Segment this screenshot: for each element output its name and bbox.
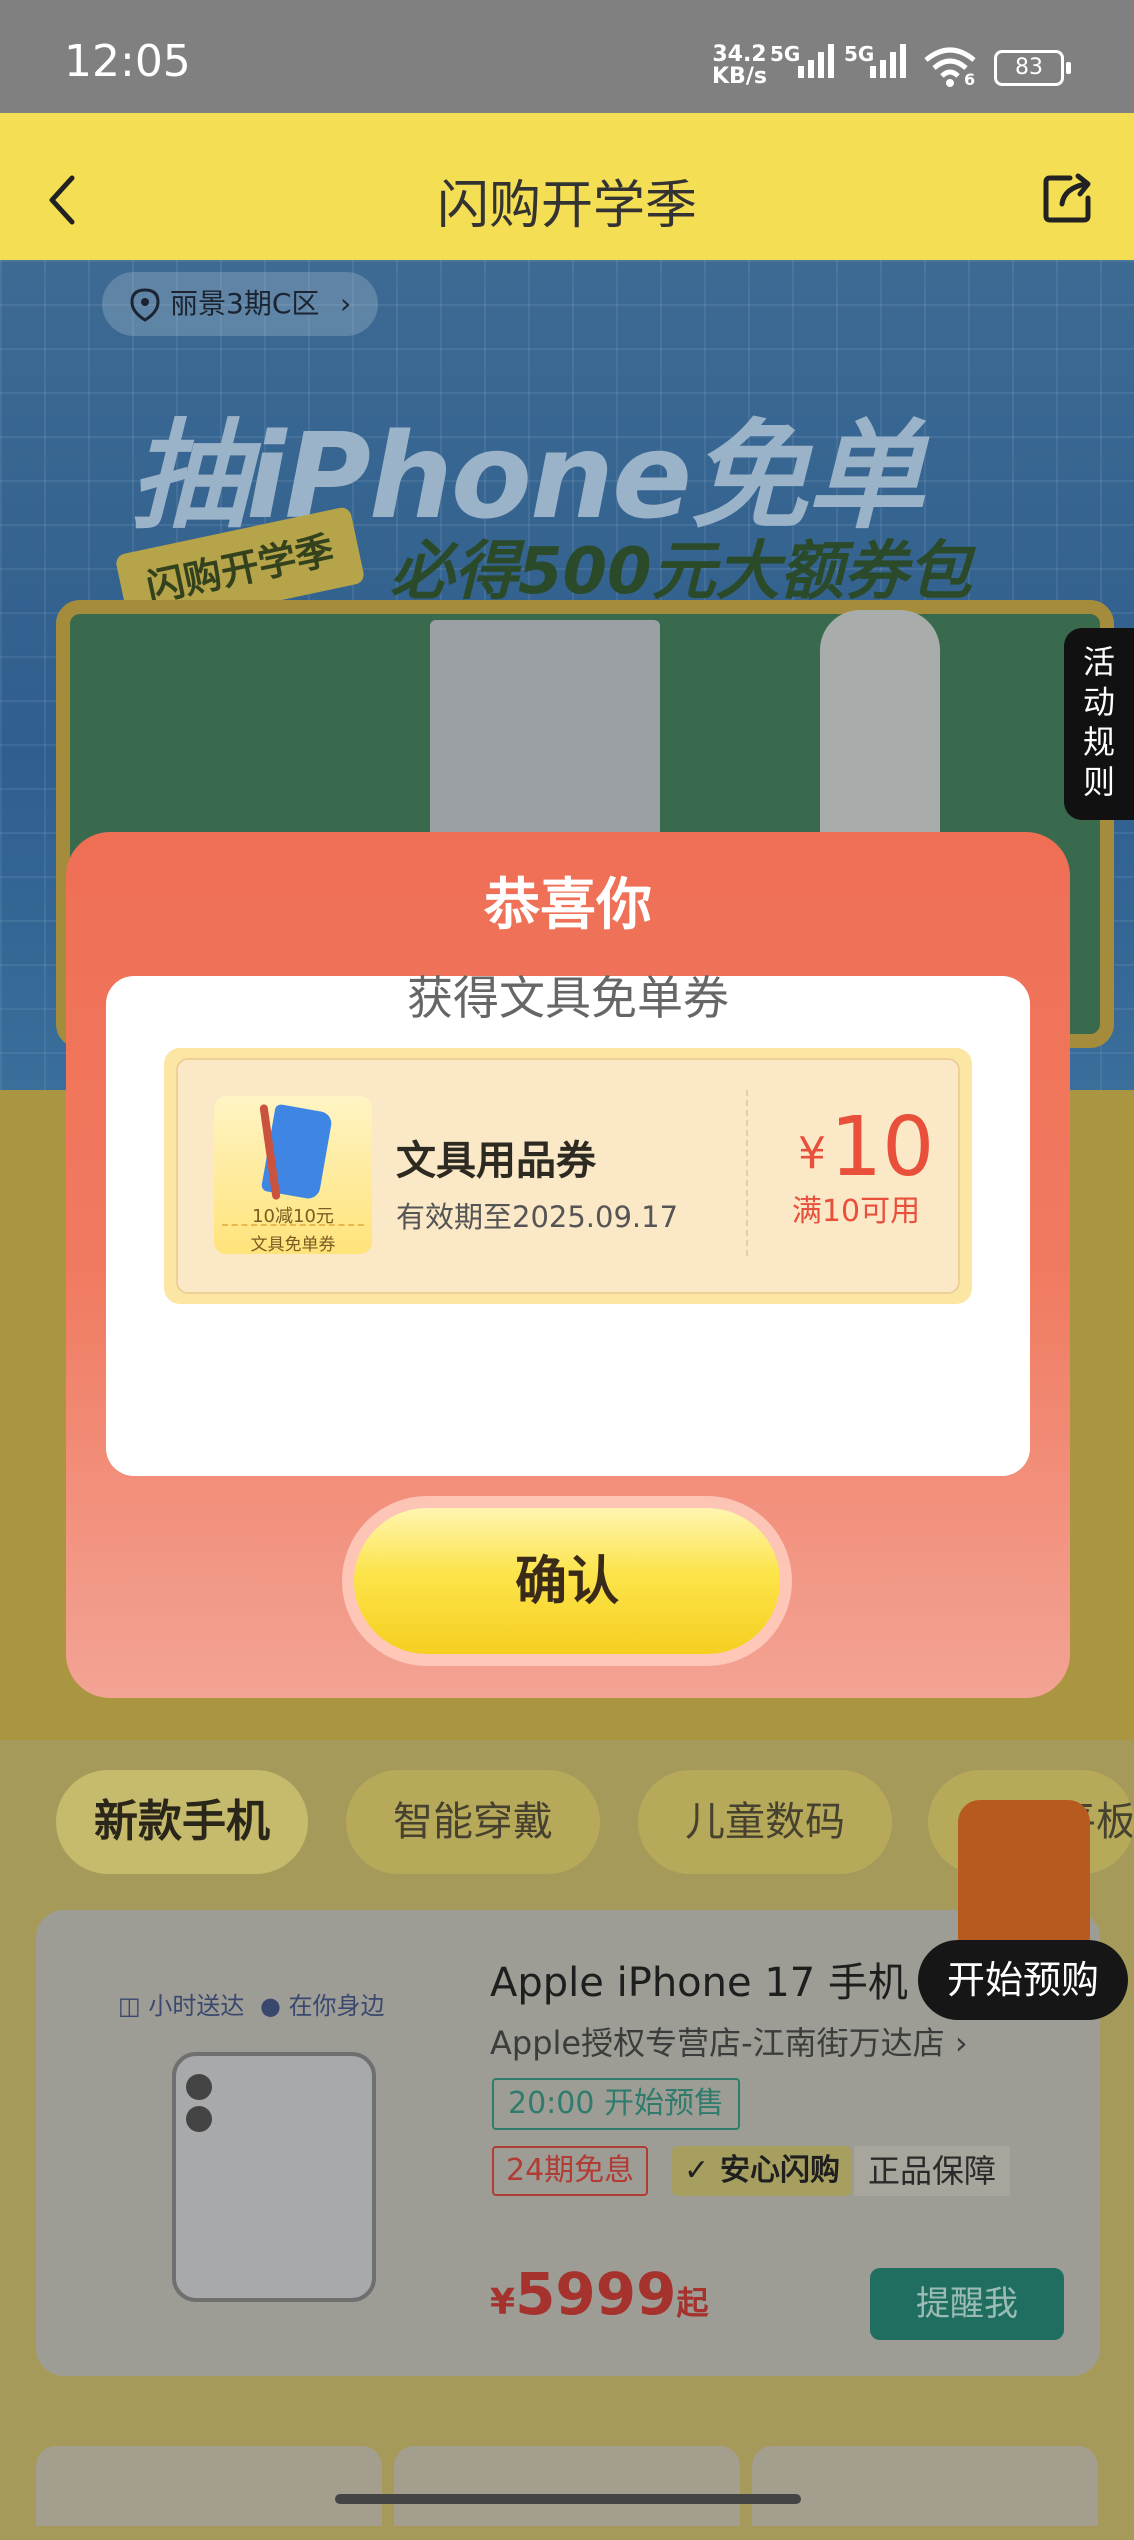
signal-icon [798,44,834,78]
page-title: 闪购开学季 [436,176,697,236]
confirm-button[interactable]: 确认 [354,1508,780,1654]
wifi-badge: 6 [964,70,976,89]
genuine-badge: 正品保障 [854,2146,1011,2196]
status-bar: 12:05 34.2 KB/s 5G 5G 6 83 [0,0,1134,113]
rules-char: 规 [1082,723,1115,761]
delivery-time-label: 小时送达 [148,1992,245,2020]
store-name: Apple授权专营店-江南街万达店 [490,2024,945,2062]
tab-kids-digital[interactable]: 儿童数码 [638,1770,892,1874]
net-speed: 34.2 KB/s [712,44,767,88]
top-nav-bar: 闪购开学季 [0,113,1134,260]
chevron-right-icon: › [944,2024,968,2062]
price-value: 5999 [515,2260,677,2328]
share-icon[interactable] [1040,170,1096,226]
location-pin-icon [130,288,160,322]
delivery-near-label: 在你身边 [288,1992,385,2020]
price-suffix: 起 [676,2284,709,2322]
product-title[interactable]: Apple iPhone 17 手机 [490,1950,908,2008]
home-indicator[interactable] [335,2494,801,2504]
coupon-currency: ¥ [798,1128,826,1179]
rules-char: 活 [1082,643,1115,681]
modal-subtitle: 获得文具免单券 [407,971,729,1025]
price-currency: ¥ [490,2282,516,2323]
delivery-badges: ◫ 小时送达 ● 在你身边 [118,1986,385,2021]
chevron-left-icon[interactable] [42,170,82,230]
start-preorder-button[interactable]: 开始预购 [918,1940,1128,2020]
location-pin-small-icon: ● [259,1992,281,2020]
tab-new-phones[interactable]: 新款手机 [56,1770,308,1874]
installment-badge: 24期免息 [492,2146,649,2196]
hero-subline: 必得500元大额券包 [390,535,972,609]
store-link[interactable]: Apple授权专营店-江南街万达店 › [490,2018,968,2064]
rules-char: 则 [1082,763,1115,801]
chevron-right-icon: › [340,287,352,320]
status-time: 12:05 [64,36,191,87]
product-price: ¥5999起 [490,2260,709,2328]
coupon-condition: 满10可用 [791,1194,921,1229]
rules-char: 动 [1082,683,1115,721]
product-card-peek[interactable] [752,2446,1098,2526]
modal-title: 恭喜你 [484,873,652,938]
coupon-thumb-line2: 文具免单券 [250,1235,336,1255]
coupon-name: 文具用品券 [396,1138,596,1184]
coupon-divider [746,1090,748,1256]
coupon-amount: 10 [830,1100,935,1195]
location-label: 丽景3期C区 [170,287,320,320]
product-card-peek[interactable] [36,2446,382,2526]
location-pill[interactable]: 丽景3期C区 › [102,272,378,336]
product-card-peek[interactable] [394,2446,740,2526]
camera-lens [186,2106,212,2132]
coupon-thumb-divider [222,1224,364,1226]
coupon-expiry: 有效期至2025.09.17 [396,1200,679,1234]
net-speed-value: 34.2 [712,42,767,67]
activity-rules-button[interactable]: 活 动 规 则 [1064,628,1134,820]
delivery-time-icon: ◫ [118,1992,141,2020]
presale-badge: 20:00 开始预售 [492,2078,740,2130]
tab-smart-wearables[interactable]: 智能穿戴 [346,1770,600,1874]
signal-icon-2 [870,44,906,78]
safe-purchase-badge: 安心闪购 [672,2146,852,2196]
camera-lens [186,2074,212,2100]
net-speed-unit: KB/s [712,64,767,89]
floating-phone-image[interactable] [958,1800,1090,1960]
battery-icon: 83 [994,50,1071,86]
remind-me-button[interactable]: 提醒我 [870,2268,1064,2340]
